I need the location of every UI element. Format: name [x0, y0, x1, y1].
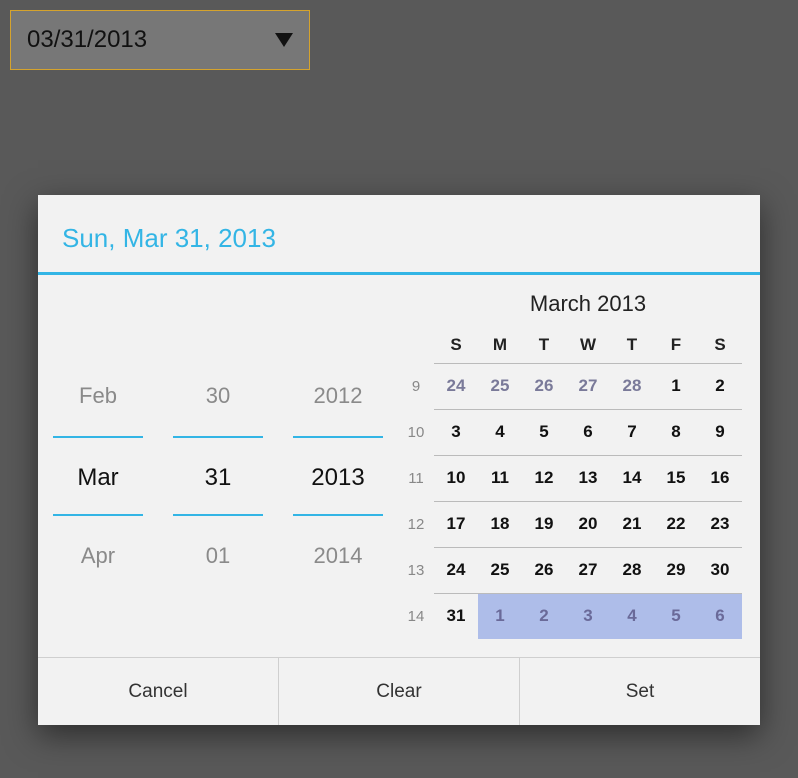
calendar-day[interactable]: 17 — [434, 501, 478, 547]
calendar-day[interactable]: 11 — [478, 455, 522, 501]
year-next[interactable]: 2014 — [293, 516, 383, 596]
calendar-day[interactable]: 14 — [610, 455, 654, 501]
calendar-day[interactable]: 29 — [654, 547, 698, 593]
calendar-day[interactable]: 4 — [478, 409, 522, 455]
calendar-day[interactable]: 18 — [478, 501, 522, 547]
calendar-day[interactable]: 7 — [610, 409, 654, 455]
calendar-day[interactable]: 31 — [434, 593, 478, 639]
month-current[interactable]: Mar — [53, 436, 143, 516]
calendar-day[interactable]: 10 — [434, 455, 478, 501]
calendar-week-row: 1217181920212223 — [398, 501, 742, 547]
set-button[interactable]: Set — [520, 658, 760, 725]
calendar-week-row: 103456789 — [398, 409, 742, 455]
dow-cell: T — [610, 327, 654, 363]
calendar-day[interactable]: 3 — [434, 409, 478, 455]
spinner-panel: Feb Mar Apr 30 31 01 2012 2013 2014 — [38, 275, 398, 657]
date-input[interactable]: 03/31/2013 — [10, 10, 310, 70]
calendar-day[interactable]: 25 — [478, 547, 522, 593]
week-number: 13 — [398, 547, 434, 593]
calendar-day[interactable]: 28 — [610, 363, 654, 409]
calendar-week-col-header — [398, 327, 434, 363]
calendar-day[interactable]: 5 — [522, 409, 566, 455]
calendar-day[interactable]: 26 — [522, 547, 566, 593]
month-next[interactable]: Apr — [53, 516, 143, 596]
day-prev[interactable]: 30 — [173, 356, 263, 436]
month-spinner[interactable]: Feb Mar Apr — [53, 356, 143, 596]
dow-cell: W — [566, 327, 610, 363]
date-input-value: 03/31/2013 — [27, 26, 147, 54]
dow-cell: T — [522, 327, 566, 363]
calendar-week-row: 1324252627282930 — [398, 547, 742, 593]
calendar-day[interactable]: 22 — [654, 501, 698, 547]
dow-cell: M — [478, 327, 522, 363]
calendar-day[interactable]: 23 — [698, 501, 742, 547]
calendar-day[interactable]: 24 — [434, 547, 478, 593]
week-number: 12 — [398, 501, 434, 547]
picker-header: Sun, Mar 31, 2013 — [38, 195, 760, 272]
calendar-day[interactable]: 13 — [566, 455, 610, 501]
calendar-week-row: 1431123456 — [398, 593, 742, 639]
calendar-day[interactable]: 27 — [566, 363, 610, 409]
date-picker-dialog: Sun, Mar 31, 2013 Feb Mar Apr 30 31 01 2… — [38, 195, 760, 725]
clear-button[interactable]: Clear — [279, 658, 520, 725]
week-number: 14 — [398, 593, 434, 639]
day-current[interactable]: 31 — [173, 436, 263, 516]
calendar-day[interactable]: 21 — [610, 501, 654, 547]
calendar-day[interactable]: 20 — [566, 501, 610, 547]
calendar-day[interactable]: 24 — [434, 363, 478, 409]
calendar-week-row: 9242526272812 — [398, 363, 742, 409]
picker-selected-date: Sun, Mar 31, 2013 — [62, 223, 736, 254]
calendar-day[interactable]: 1 — [654, 363, 698, 409]
calendar-day[interactable]: 30 — [698, 547, 742, 593]
week-number: 9 — [398, 363, 434, 409]
calendar-day[interactable]: 28 — [610, 547, 654, 593]
dow-cell: S — [434, 327, 478, 363]
year-current[interactable]: 2013 — [293, 436, 383, 516]
calendar-day[interactable]: 9 — [698, 409, 742, 455]
calendar-day[interactable]: 15 — [654, 455, 698, 501]
calendar-day[interactable]: 16 — [698, 455, 742, 501]
calendar-day[interactable]: 2 — [698, 363, 742, 409]
calendar-day[interactable]: 8 — [654, 409, 698, 455]
year-prev[interactable]: 2012 — [293, 356, 383, 436]
calendar-dow-row: S M T W T F S — [398, 327, 742, 363]
calendar-day[interactable]: 1 — [478, 593, 522, 639]
calendar-day[interactable]: 4 — [610, 593, 654, 639]
calendar-table: S M T W T F S 92425262728121034567891110… — [398, 327, 742, 639]
calendar-day[interactable]: 6 — [698, 593, 742, 639]
calendar-day[interactable]: 12 — [522, 455, 566, 501]
calendar-month-title: March 2013 — [398, 291, 742, 317]
year-spinner[interactable]: 2012 2013 2014 — [293, 356, 383, 596]
picker-body: Feb Mar Apr 30 31 01 2012 2013 2014 Marc… — [38, 275, 760, 657]
picker-footer: Cancel Clear Set — [38, 657, 760, 725]
calendar-day[interactable]: 2 — [522, 593, 566, 639]
calendar-day[interactable]: 5 — [654, 593, 698, 639]
day-next[interactable]: 01 — [173, 516, 263, 596]
week-number: 10 — [398, 409, 434, 455]
dow-cell: F — [654, 327, 698, 363]
calendar-day[interactable]: 26 — [522, 363, 566, 409]
calendar-day[interactable]: 19 — [522, 501, 566, 547]
cancel-button[interactable]: Cancel — [38, 658, 279, 725]
calendar-day[interactable]: 25 — [478, 363, 522, 409]
calendar-panel: March 2013 S M T W T F S 924252627281210… — [398, 275, 760, 657]
calendar-day[interactable]: 3 — [566, 593, 610, 639]
dropdown-caret-icon — [275, 33, 293, 47]
calendar-week-row: 1110111213141516 — [398, 455, 742, 501]
week-number: 11 — [398, 455, 434, 501]
day-spinner[interactable]: 30 31 01 — [173, 356, 263, 596]
calendar-day[interactable]: 27 — [566, 547, 610, 593]
month-prev[interactable]: Feb — [53, 356, 143, 436]
calendar-day[interactable]: 6 — [566, 409, 610, 455]
dow-cell: S — [698, 327, 742, 363]
